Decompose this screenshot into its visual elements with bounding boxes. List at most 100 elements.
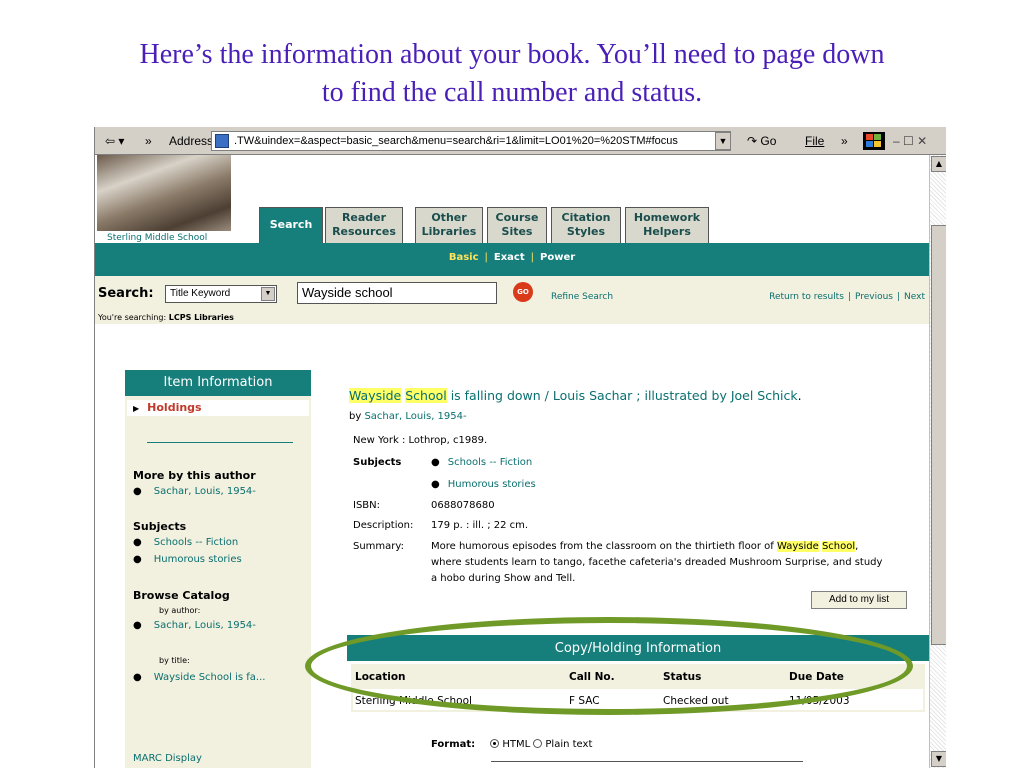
chevron-down-icon: ▼: [261, 287, 275, 301]
mode-power[interactable]: Power: [540, 252, 575, 263]
record-title[interactable]: Wayside School is falling down / Louis S…: [349, 388, 802, 403]
title-period: .: [797, 388, 802, 403]
next-link[interactable]: Next: [904, 292, 925, 302]
tab-homework-helpers[interactable]: Homework Helpers: [625, 207, 709, 243]
cell-location: Sterling Middle School: [355, 695, 472, 707]
tab-label-line1: Other: [431, 211, 467, 224]
format-plain-label: Plain text: [545, 739, 593, 750]
go-nav-label: Go: [760, 134, 777, 148]
format-plain-radio[interactable]: Plain text: [533, 739, 592, 750]
browse-catalog-heading: Browse Catalog: [133, 589, 230, 602]
menu-overflow-icon[interactable]: »: [841, 131, 848, 151]
search-row: Search: Title Keyword ▼ Wayside school G…: [95, 276, 929, 324]
description-value: 179 p. : ill. ; 22 cm.: [431, 520, 529, 531]
format-options: Format: HTML Plain text: [431, 739, 592, 750]
result-nav: Return to results | Previous | Next: [769, 292, 925, 302]
tab-course-sites[interactable]: Course Sites: [487, 207, 547, 243]
mode-basic[interactable]: Basic: [449, 252, 479, 263]
address-label: Address: [169, 134, 214, 148]
search-modes: Basic | Exact | Power: [448, 252, 576, 263]
go-button[interactable]: GO: [513, 282, 533, 302]
summary-part: More humorous episodes from the classroo…: [431, 541, 777, 552]
library-name: Sterling Middle School: [107, 233, 208, 243]
browse-author-label: Sachar, Louis, 1954-: [153, 620, 256, 631]
isbn-label: ISBN:: [353, 500, 381, 511]
address-bar[interactable]: .TW&uindex=&aspect=basic_search&menu=sea…: [211, 131, 731, 151]
page-icon: [215, 134, 229, 148]
tab-label-line1: Reader: [341, 211, 387, 224]
author-link[interactable]: Sachar, Louis, 1954-: [364, 411, 466, 422]
browse-author-link[interactable]: ● Sachar, Louis, 1954-: [133, 620, 256, 631]
col-call-no: Call No.: [569, 671, 615, 683]
record-subject-label: Humorous stories: [447, 479, 536, 490]
tab-label-line1: Homework: [633, 211, 701, 224]
tab-label-line2: Sites: [501, 225, 533, 238]
vertical-scrollbar[interactable]: ▲ ▼: [929, 155, 946, 768]
record-subject-link[interactable]: ● Schools -- Fiction: [431, 457, 532, 468]
tab-search-label: Search: [269, 218, 313, 231]
record-publisher: New York : Lothrop, c1989.: [353, 435, 488, 446]
search-type-value: Title Keyword: [170, 288, 231, 299]
summary-text: More humorous episodes from the classroo…: [431, 539, 886, 587]
tab-label-line2: Helpers: [643, 225, 691, 238]
description-label: Description:: [353, 520, 414, 531]
marc-display-link[interactable]: MARC Display: [133, 753, 202, 764]
record-author: by Sachar, Louis, 1954-: [349, 411, 467, 422]
search-mode-bar: Basic | Exact | Power: [95, 243, 929, 276]
search-input[interactable]: Wayside school: [297, 282, 497, 304]
record-subject-label: Schools -- Fiction: [447, 457, 533, 468]
tab-citation-styles[interactable]: Citation Styles: [551, 207, 621, 243]
browse-title-link[interactable]: ● Wayside School is fa...: [133, 672, 265, 683]
item-sidebar: Item Information ▶ Holdings More by this …: [125, 370, 311, 768]
tab-label-line1: Citation: [561, 211, 611, 224]
record-subject-link[interactable]: ● Humorous stories: [431, 479, 536, 490]
author-link-label: Sachar, Louis, 1954-: [153, 486, 256, 497]
sidebar-item-holdings[interactable]: ▶ Holdings: [127, 400, 309, 416]
mode-exact[interactable]: Exact: [494, 252, 525, 263]
caption-line-1: Here’s the information about your book. …: [139, 39, 885, 70]
scope-value: LCPS Libraries: [168, 313, 234, 322]
return-to-results-link[interactable]: Return to results: [769, 292, 844, 302]
by-author-label: by author:: [159, 606, 201, 615]
tab-label-line2: Resources: [332, 225, 396, 238]
format-label: Format:: [431, 739, 476, 750]
sidebar-subject-link[interactable]: ● Humorous stories: [133, 554, 242, 565]
sidebar-subject-link[interactable]: ● Schools -- Fiction: [133, 537, 238, 548]
scroll-up-icon[interactable]: ▲: [931, 156, 946, 172]
scroll-thumb[interactable]: [931, 225, 946, 645]
cell-call-no: F SAC: [569, 695, 600, 707]
search-type-select[interactable]: Title Keyword ▼: [165, 285, 277, 303]
format-html-radio[interactable]: HTML: [490, 739, 530, 750]
tab-other-libraries[interactable]: Other Libraries: [415, 207, 483, 243]
add-to-list-button[interactable]: Add to my list: [811, 591, 907, 609]
sidebar-divider: [147, 442, 293, 443]
format-html-label: HTML: [502, 739, 531, 750]
browser-window: ⇦ ▾ » Address .TW&uindex=&aspect=basic_s…: [94, 127, 946, 768]
by-title-label: by title:: [159, 656, 190, 665]
summary-label: Summary:: [353, 541, 404, 552]
scope-prefix: You're searching:: [98, 313, 167, 322]
sidebar-author-link[interactable]: ● Sachar, Louis, 1954-: [133, 486, 256, 497]
previous-link[interactable]: Previous: [855, 292, 893, 302]
col-status: Status: [663, 671, 702, 683]
title-highlight: Wayside: [349, 388, 402, 403]
tab-search[interactable]: Search: [259, 207, 323, 243]
more-toolbar-icon[interactable]: »: [145, 131, 152, 151]
subjects-heading: Subjects: [133, 520, 187, 533]
window-controls[interactable]: – ☐ ✕: [893, 131, 927, 151]
cell-status: Checked out: [663, 695, 729, 707]
tab-reader-resources[interactable]: Reader Resources: [325, 207, 403, 243]
scroll-down-icon[interactable]: ▼: [931, 751, 946, 767]
title-rest: is falling down / Louis Sachar ; illustr…: [446, 388, 798, 403]
page-bottom-edge: [491, 761, 803, 768]
more-by-author-heading: More by this author: [133, 469, 256, 482]
go-nav-button[interactable]: ↷ Go: [747, 131, 776, 151]
back-button[interactable]: ⇦ ▾: [105, 131, 124, 151]
file-menu[interactable]: File: [805, 131, 824, 151]
caption-line-2: to find the call number and status.: [321, 77, 703, 108]
holdings-label: Holdings: [147, 401, 202, 414]
by-prefix: by: [349, 411, 362, 422]
address-dropdown-icon[interactable]: ▼: [715, 132, 731, 150]
radio-empty-icon: [533, 739, 543, 748]
refine-search-link[interactable]: Refine Search: [551, 292, 613, 302]
